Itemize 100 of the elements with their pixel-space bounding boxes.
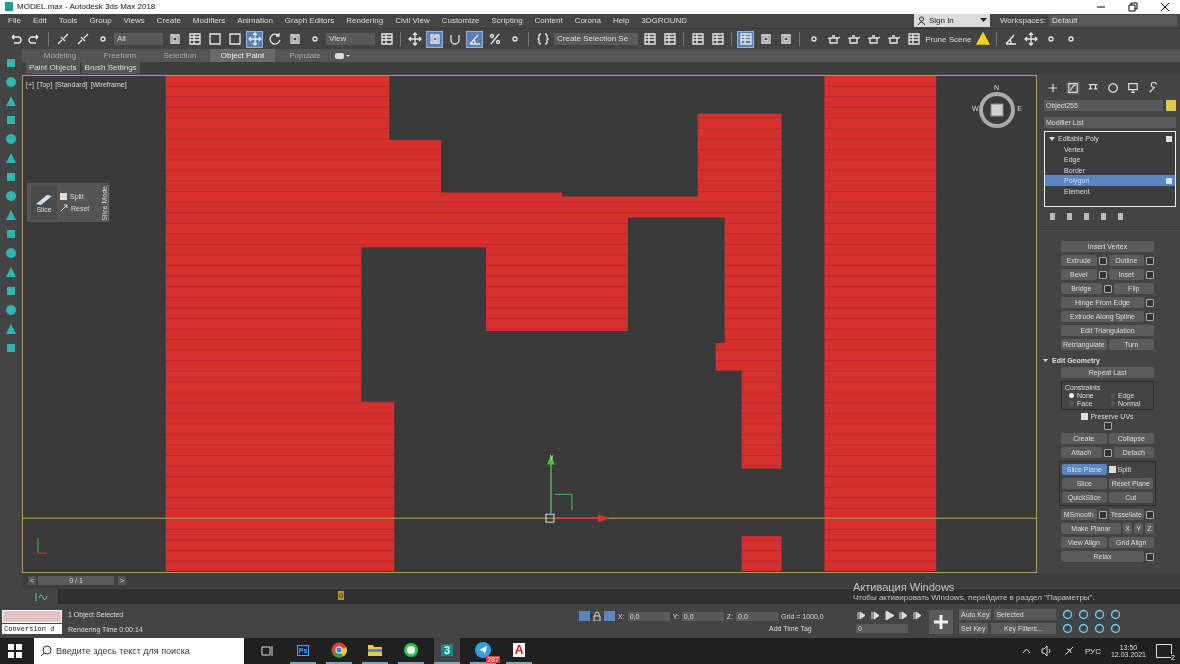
maxscript-listener[interactable] xyxy=(2,609,62,623)
toolbar-dropdown[interactable]: Create Selection Se xyxy=(554,33,639,46)
toolbar-button[interactable] xyxy=(689,30,707,48)
tool-icon[interactable] xyxy=(5,152,17,165)
tool-icon[interactable] xyxy=(5,266,17,279)
tool-icon[interactable] xyxy=(5,95,17,108)
playback-control-icon[interactable] xyxy=(912,610,923,620)
toggle-icon[interactable] xyxy=(335,51,351,60)
tool-icon[interactable] xyxy=(5,114,17,127)
tool-icon[interactable] xyxy=(5,285,17,298)
navigation-icon[interactable] xyxy=(1062,623,1074,635)
toolbar-button[interactable] xyxy=(378,30,395,48)
prune-scene-label[interactable]: Prune Scene xyxy=(925,34,972,44)
workspace-dropdown[interactable]: Default xyxy=(1049,15,1177,27)
toolbar-dropdown[interactable]: All xyxy=(114,33,163,46)
settings-button[interactable] xyxy=(1146,270,1154,279)
sign-in-dropdown[interactable]: Sign In xyxy=(913,14,990,28)
task-view-icon[interactable] xyxy=(260,645,274,657)
menu-item[interactable]: Customize xyxy=(441,16,480,26)
toolbar-dropdown[interactable]: View xyxy=(326,33,375,46)
navigation-icon[interactable] xyxy=(1078,623,1090,635)
toolbar-button[interactable] xyxy=(466,30,483,48)
menu-item[interactable]: Tools xyxy=(58,16,78,26)
settings-button[interactable] xyxy=(1146,312,1154,321)
toolbar-button[interactable] xyxy=(186,30,203,48)
transform-mode-icon[interactable] xyxy=(604,611,615,622)
settings-button[interactable] xyxy=(1146,298,1154,307)
toolbar-button[interactable] xyxy=(737,30,755,48)
tool-icon[interactable] xyxy=(5,133,17,146)
playback-control-icon[interactable] xyxy=(870,610,881,620)
tool-icon[interactable] xyxy=(5,342,17,355)
tool-icon[interactable] xyxy=(5,228,17,241)
chevron-up-icon[interactable] xyxy=(1021,648,1031,654)
toolbar-button[interactable] xyxy=(406,30,423,48)
toolbar-button[interactable] xyxy=(641,30,659,48)
menu-item[interactable]: Corona xyxy=(574,16,601,26)
restore-icon[interactable] xyxy=(1128,1,1138,12)
menu-item[interactable]: Views xyxy=(123,16,145,26)
ribbon-tab[interactable]: Freeform xyxy=(90,49,150,63)
toolbar-button[interactable] xyxy=(661,30,679,48)
navigation-icon[interactable] xyxy=(1094,609,1106,621)
menu-item[interactable]: File xyxy=(8,16,21,26)
lock-icon[interactable] xyxy=(593,611,601,622)
settings-button[interactable] xyxy=(1098,510,1107,519)
menu-item[interactable]: Rendering xyxy=(346,16,384,26)
playback-control-icon[interactable] xyxy=(856,610,867,620)
toolbar-button[interactable] xyxy=(1022,30,1040,48)
panel-tab[interactable] xyxy=(1066,81,1080,96)
taskbar-app[interactable]: 3 xyxy=(434,638,460,664)
selection-lock-icon[interactable] xyxy=(579,611,590,622)
windows-start-icon[interactable] xyxy=(8,644,22,658)
panel-tab[interactable] xyxy=(1106,81,1120,96)
time-marker[interactable]: 0 xyxy=(338,591,345,601)
settings-button[interactable] xyxy=(1146,256,1154,265)
settings-button[interactable] xyxy=(1098,256,1107,265)
network-icon[interactable] xyxy=(1062,646,1075,656)
tool-icon[interactable] xyxy=(5,323,17,336)
tool-icon[interactable] xyxy=(5,57,17,70)
navigation-icon[interactable] xyxy=(1110,623,1122,635)
menu-item[interactable]: Graph Editors xyxy=(284,16,335,26)
toolbar-button[interactable] xyxy=(226,30,243,48)
menu-item[interactable]: Content xyxy=(534,16,563,26)
menu-item[interactable]: Animation xyxy=(237,16,273,26)
taskbar-app[interactable]: A xyxy=(506,638,532,664)
menu-item[interactable]: Scripting xyxy=(491,16,523,26)
settings-button[interactable] xyxy=(1146,552,1154,561)
tool-icon[interactable] xyxy=(5,76,17,89)
menu-item[interactable]: 3DGROUND xyxy=(641,16,688,26)
settings-button[interactable] xyxy=(1103,284,1112,293)
settings-button[interactable] xyxy=(1146,510,1154,519)
playback-control-icon[interactable] xyxy=(898,610,909,620)
playback-control-icon[interactable] xyxy=(884,610,895,620)
speaker-icon[interactable] xyxy=(1040,646,1053,656)
ribbon-tab[interactable]: Object Paint xyxy=(210,49,275,63)
navigation-icon[interactable] xyxy=(1110,609,1122,621)
view-cube[interactable] xyxy=(977,90,1017,131)
menu-item[interactable]: Help xyxy=(612,16,630,26)
ribbon-panel-tab[interactable]: Paint Objects xyxy=(26,62,80,75)
navigation-icon[interactable] xyxy=(1062,609,1074,621)
settings-button[interactable] xyxy=(1103,422,1112,431)
navigation-icon[interactable] xyxy=(1078,609,1090,621)
panel-tab[interactable] xyxy=(1126,81,1140,96)
tool-icon[interactable] xyxy=(5,209,17,222)
language-indicator[interactable]: РУС xyxy=(1084,646,1101,656)
menu-item[interactable]: Create xyxy=(156,16,181,26)
taskbar-search-field[interactable]: Введите здесь текст для поиска xyxy=(34,638,244,664)
object-color-swatch[interactable] xyxy=(1166,100,1176,112)
curve-editor-icon[interactable] xyxy=(34,591,48,602)
ribbon-panel-tab[interactable]: Brush Settings xyxy=(81,62,140,75)
ribbon-tab[interactable]: Modeling xyxy=(30,49,90,63)
tool-icon[interactable] xyxy=(5,247,17,260)
settings-button[interactable] xyxy=(1103,448,1112,457)
toolbar-button[interactable] xyxy=(246,30,263,48)
navigation-icon[interactable] xyxy=(1094,623,1106,635)
menu-item[interactable]: Group xyxy=(89,16,112,26)
ribbon-tab[interactable]: Populate xyxy=(275,49,335,63)
tool-icon[interactable] xyxy=(5,171,17,184)
tool-icon[interactable] xyxy=(5,190,17,203)
close-icon[interactable] xyxy=(1160,1,1170,12)
toolbar-button[interactable] xyxy=(426,30,443,48)
